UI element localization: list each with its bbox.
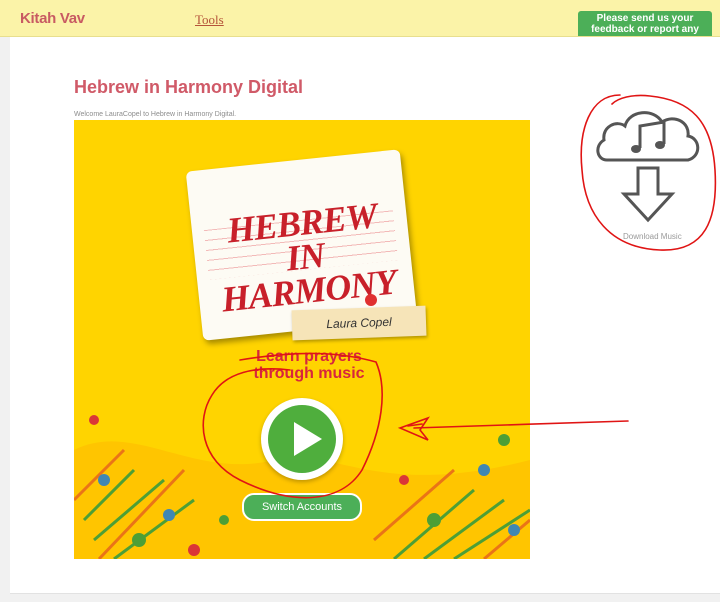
cloud-music-icon — [596, 111, 700, 162]
page-title: Hebrew in Harmony Digital — [74, 77, 304, 97]
user-name-tag: Laura Copel — [291, 305, 427, 341]
play-button-circle — [268, 405, 336, 473]
tools-link[interactable]: Tools — [195, 12, 224, 28]
feedback-button[interactable]: Please send us your feedback or report a… — [578, 11, 712, 36]
download-music-graphic — [596, 111, 700, 223]
tagline: Learn prayers through music — [224, 348, 394, 382]
download-music-button[interactable]: Download Music — [592, 98, 710, 248]
welcome-text: Welcome LauraCopel to Hebrew in Harmony … — [74, 111, 237, 118]
play-button[interactable] — [261, 398, 343, 480]
tagline-line-2: through music — [253, 365, 365, 382]
top-bar: Kitah Vav Tools Please send us your feed… — [0, 0, 720, 37]
download-arrow-icon — [620, 166, 676, 223]
download-music-label: Download Music — [623, 232, 682, 241]
brand-title[interactable]: Kitah Vav — [20, 10, 85, 27]
play-icon — [294, 422, 322, 456]
pushpin-icon — [365, 294, 377, 306]
tagline-line-1: Learn prayers — [256, 348, 362, 365]
switch-accounts-button[interactable]: Switch Accounts — [242, 493, 362, 521]
hero-banner: HEBREW IN HARMONY Laura Copel Learn pray… — [74, 120, 530, 559]
